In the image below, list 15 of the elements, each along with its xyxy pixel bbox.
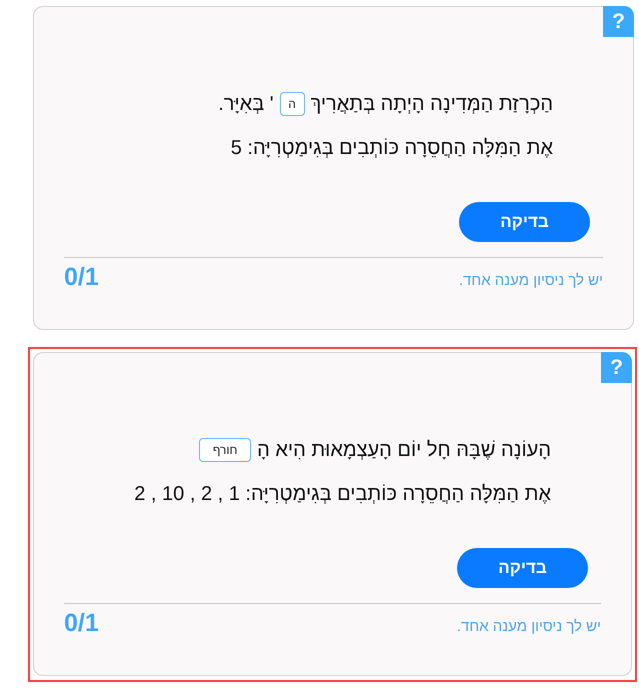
question-text: ' בְּאִיָּר. [218, 92, 274, 116]
hint-text: אֶת הַמִּלָּה הַחֲסֵרָה כּוֹתְבִים בְּגִימַטְרִיָּה: 1 , 2 , 10 , 2 [134, 482, 551, 506]
check-button[interactable]: בדיקה [457, 548, 588, 588]
attempts-note: יש לך ניסיון מענה אחד. [458, 272, 603, 289]
score-text: 0/1 [64, 263, 99, 292]
help-button[interactable]: ? [603, 6, 634, 37]
attempts-note: יש לך ניסיון מענה אחד. [456, 618, 601, 635]
hint-text: אֶת הַמִּלָּה הַחֲסֵרָה כּוֹתְבִים בְּגִימַטְרִיָּה: 5 [230, 136, 553, 160]
help-button[interactable]: ? [601, 352, 632, 383]
question-text: הַכְרָזַת הַמְּדִינָה הָיְתָה בְּתַאֲרִיךְ [310, 92, 553, 116]
question-text: הָעוֹנָה שֶׁבָּהּ חָל יוֹם הָעַצְמָאוּת הִיא הָ [257, 438, 551, 462]
score-text: 0/1 [64, 609, 99, 638]
check-button[interactable]: בדיקה [459, 202, 590, 242]
answer-field[interactable]: ה [280, 92, 305, 116]
answer-field[interactable]: חורף [199, 438, 252, 462]
